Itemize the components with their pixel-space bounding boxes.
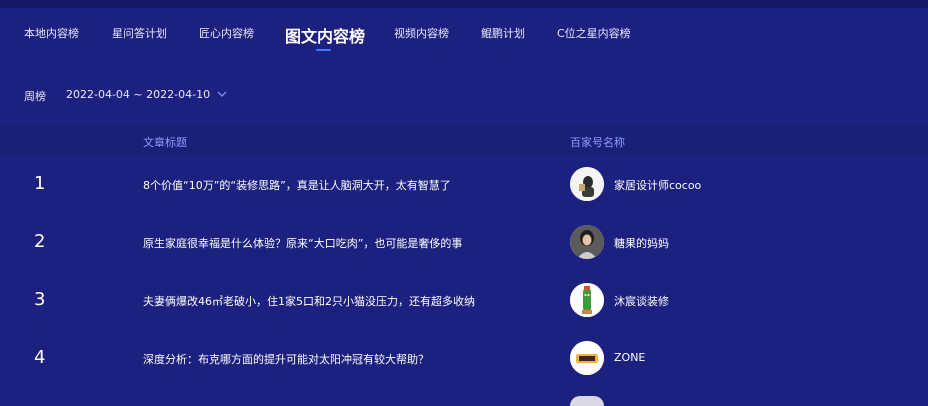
avatar[interactable] (570, 167, 604, 201)
active-tab-indicator (316, 49, 331, 51)
table-row[interactable]: 1 8个价值“10万”的“装修思路”，真是让人脑洞大开，太有智慧了 家居设计师c… (0, 155, 928, 213)
rank-number: 3 (34, 289, 46, 310)
rank-number: 4 (34, 347, 46, 368)
article-title-link[interactable]: 深度分析：布克哪方面的提升可能对太阳冲冠有较大帮助？ (143, 351, 429, 367)
tab-article-content[interactable]: 图文内容榜 (285, 23, 365, 47)
ranking-tabs: 本地内容榜 星问答计划 匠心内容榜 图文内容榜 视频内容榜 鲲鹏计划 C位之星内… (0, 0, 928, 60)
table-row[interactable]: 2 原生家庭很幸福是什么体验？原来“大口吃肉”，也可能是奢侈的事 糖果的妈妈 (0, 213, 928, 271)
chevron-down-icon[interactable] (217, 90, 227, 98)
table-header: 文章标题 百家号名称 (0, 125, 928, 155)
date-range-select[interactable]: 2022-04-04 ~ 2022-04-10 (66, 88, 210, 101)
article-title-link[interactable]: 原生家庭很幸福是什么体验？原来“大口吃肉”，也可能是奢侈的事 (143, 235, 462, 251)
next-row-avatar (570, 396, 604, 406)
tab-local-content[interactable]: 本地内容榜 (24, 25, 79, 41)
avatar[interactable] (570, 341, 604, 375)
article-title-link[interactable]: 8个价值“10万”的“装修思路”，真是让人脑洞大开，太有智慧了 (143, 177, 451, 193)
account-name-link[interactable]: 家居设计师cocoo (614, 177, 701, 193)
tab-kunpeng-plan[interactable]: 鲲鹏计划 (481, 25, 525, 41)
column-header-account: 百家号名称 (570, 136, 625, 149)
tab-video-content[interactable]: 视频内容榜 (394, 25, 449, 41)
article-title-link[interactable]: 夫妻俩爆改46㎡老破小，住1家5口和2只小猫没压力，还有超多收纳 (143, 293, 475, 309)
table-row[interactable]: 3 夫妻俩爆改46㎡老破小，住1家5口和2只小猫没压力，还有超多收纳 沐宸谈装修 (0, 271, 928, 329)
rank-number: 1 (34, 173, 46, 194)
tab-c-star-content[interactable]: C位之星内容榜 (557, 25, 631, 41)
account-name-link[interactable]: ZONE (614, 351, 645, 364)
avatar[interactable] (570, 225, 604, 259)
table-row[interactable]: 4 深度分析：布克哪方面的提升可能对太阳冲冠有较大帮助？ ZONE (0, 329, 928, 387)
account-name-link[interactable]: 糖果的妈妈 (614, 235, 669, 251)
rank-number: 2 (34, 231, 46, 252)
period-label: 周榜 (24, 90, 46, 103)
tab-craft-content[interactable]: 匠心内容榜 (199, 25, 254, 41)
account-name-link[interactable]: 沐宸谈装修 (614, 293, 669, 309)
column-header-title: 文章标题 (143, 136, 187, 149)
tab-star-qa[interactable]: 星问答计划 (112, 25, 167, 41)
avatar[interactable] (570, 283, 604, 317)
